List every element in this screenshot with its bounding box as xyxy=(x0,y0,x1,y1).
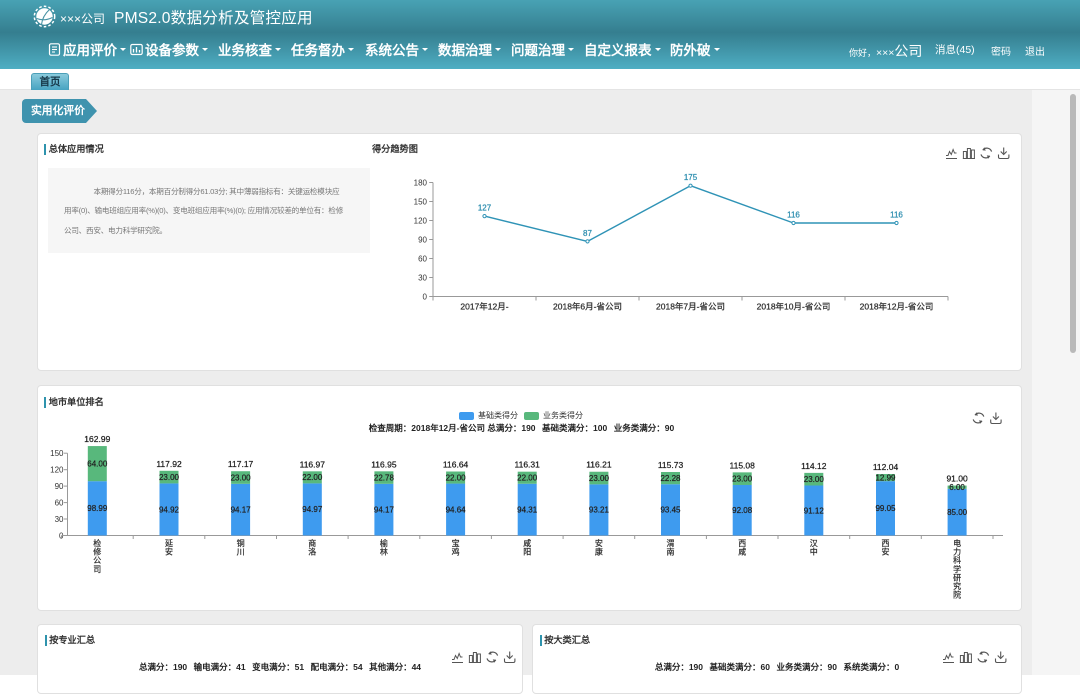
svg-text:93.45: 93.45 xyxy=(660,506,681,515)
svg-text:23.00: 23.00 xyxy=(159,473,180,482)
svg-text:93.21: 93.21 xyxy=(589,506,610,515)
svg-text:宝鸡: 宝鸡 xyxy=(452,538,460,557)
svg-text:150: 150 xyxy=(414,197,428,206)
svg-text:0: 0 xyxy=(423,292,428,301)
svg-text:117.92: 117.92 xyxy=(156,459,182,469)
svg-text:116.95: 116.95 xyxy=(371,459,397,469)
svg-text:180: 180 xyxy=(414,178,428,187)
svg-text:检修公司: 检修公司 xyxy=(93,538,101,574)
svg-text:延安: 延安 xyxy=(165,538,173,557)
svg-text:23.00: 23.00 xyxy=(589,474,610,483)
svg-text:60: 60 xyxy=(418,254,427,263)
svg-text:115.73: 115.73 xyxy=(658,460,684,470)
svg-text:162.99: 162.99 xyxy=(84,434,110,444)
svg-text:115.08: 115.08 xyxy=(730,460,756,470)
svg-text:商洛: 商洛 xyxy=(308,538,316,557)
svg-text:2018年7月-省公司: 2018年7月-省公司 xyxy=(656,302,725,312)
svg-text:175: 175 xyxy=(684,173,698,182)
svg-text:116: 116 xyxy=(787,211,800,220)
svg-text:汉中: 汉中 xyxy=(810,539,818,557)
svg-text:22.00: 22.00 xyxy=(517,474,538,483)
svg-text:116.21: 116.21 xyxy=(586,460,612,470)
svg-text:电力科学研究院: 电力科学研究院 xyxy=(953,538,961,600)
svg-text:85.00: 85.00 xyxy=(947,508,968,517)
svg-text:150: 150 xyxy=(50,449,64,458)
svg-text:91.12: 91.12 xyxy=(804,506,825,515)
svg-text:94.17: 94.17 xyxy=(374,506,395,515)
svg-text:22.00: 22.00 xyxy=(446,473,467,482)
svg-text:120: 120 xyxy=(50,466,64,475)
svg-text:30: 30 xyxy=(418,273,427,282)
svg-text:2018年10月-省公司: 2018年10月-省公司 xyxy=(757,302,831,312)
svg-text:6.00: 6.00 xyxy=(949,483,965,492)
svg-text:23.00: 23.00 xyxy=(231,473,252,482)
svg-text:2018年6月-省公司: 2018年6月-省公司 xyxy=(553,302,622,312)
svg-text:98.99: 98.99 xyxy=(87,504,108,513)
svg-text:榆林: 榆林 xyxy=(380,538,388,557)
svg-text:22.28: 22.28 xyxy=(660,474,681,483)
svg-text:117.17: 117.17 xyxy=(228,459,254,469)
svg-text:94.17: 94.17 xyxy=(231,506,252,515)
svg-text:127: 127 xyxy=(478,204,492,213)
svg-text:64.00: 64.00 xyxy=(87,459,108,468)
svg-text:渭南: 渭南 xyxy=(667,538,675,557)
svg-text:94.31: 94.31 xyxy=(517,505,538,514)
svg-text:114.12: 114.12 xyxy=(801,461,827,471)
svg-text:92.08: 92.08 xyxy=(732,506,753,515)
svg-text:90: 90 xyxy=(55,482,64,491)
svg-text:90: 90 xyxy=(418,235,427,244)
svg-text:112.04: 112.04 xyxy=(873,462,899,472)
svg-text:2018年12月-省公司: 2018年12月-省公司 xyxy=(860,302,934,312)
svg-text:120: 120 xyxy=(414,216,428,225)
svg-text:94.92: 94.92 xyxy=(159,505,180,514)
svg-text:30: 30 xyxy=(55,515,64,524)
svg-text:安康: 安康 xyxy=(595,538,603,557)
svg-text:116.31: 116.31 xyxy=(515,460,541,470)
svg-text:西咸: 西咸 xyxy=(738,539,746,557)
svg-text:咸阳: 咸阳 xyxy=(523,538,531,557)
svg-text:23.00: 23.00 xyxy=(732,475,753,484)
svg-text:铜川: 铜川 xyxy=(237,538,245,557)
svg-text:22.78: 22.78 xyxy=(374,473,395,482)
svg-text:94.97: 94.97 xyxy=(302,505,323,514)
svg-text:23.00: 23.00 xyxy=(804,475,825,484)
svg-text:99.05: 99.05 xyxy=(875,504,896,513)
svg-text:22.00: 22.00 xyxy=(302,473,323,482)
svg-text:94.64: 94.64 xyxy=(446,505,467,514)
svg-text:116.64: 116.64 xyxy=(443,460,469,470)
svg-text:西安: 西安 xyxy=(882,539,890,557)
svg-text:87: 87 xyxy=(583,229,592,238)
svg-text:60: 60 xyxy=(55,498,64,507)
svg-text:116: 116 xyxy=(890,211,903,220)
svg-text:2017年12月-: 2017年12月- xyxy=(460,302,508,312)
svg-text:12.99: 12.99 xyxy=(875,473,896,482)
svg-text:116.97: 116.97 xyxy=(300,459,326,469)
